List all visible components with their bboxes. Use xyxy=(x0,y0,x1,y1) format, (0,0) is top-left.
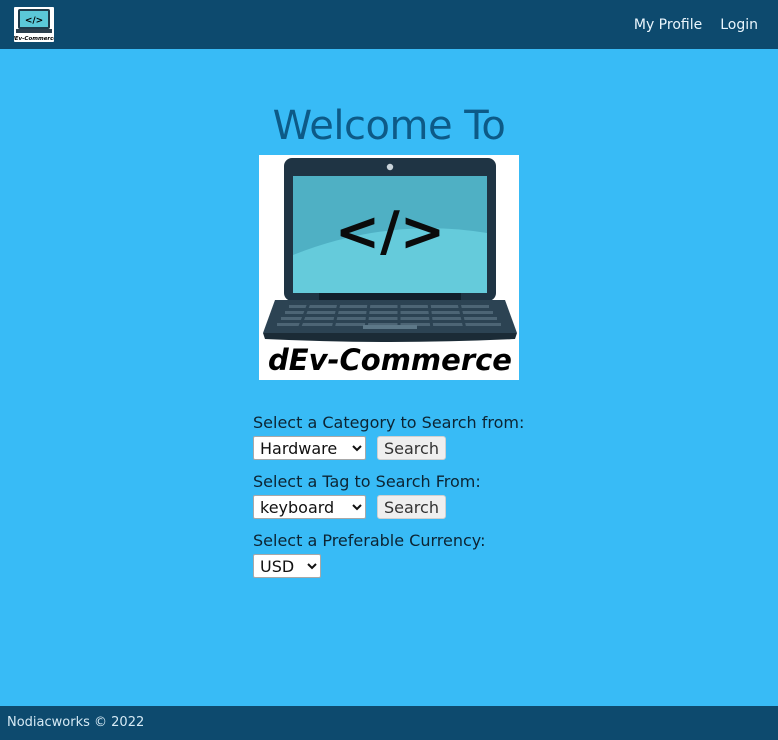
tag-search-button[interactable]: Search xyxy=(377,495,446,519)
category-select[interactable]: Hardware xyxy=(253,436,366,460)
hero-logo-text: dEv-Commerce xyxy=(268,343,512,377)
tag-group: Select a Tag to Search From: keyboard Se… xyxy=(253,471,481,519)
currency-row: USD xyxy=(253,554,485,578)
page-title: Welcome To xyxy=(272,103,506,149)
nav-my-profile-link[interactable]: My Profile xyxy=(634,17,702,33)
nav-login-link[interactable]: Login xyxy=(720,17,758,33)
dev-commerce-logo-icon: </> dEv-Commerce xyxy=(14,9,54,42)
currency-select[interactable]: USD xyxy=(253,554,321,578)
tag-row: keyboard Search xyxy=(253,495,481,519)
footer: Nodiacworks © 2022 xyxy=(0,706,778,740)
currency-group: Select a Preferable Currency: USD xyxy=(253,530,485,578)
logo-code-glyph: </> xyxy=(25,16,43,26)
tag-select[interactable]: keyboard xyxy=(253,495,366,519)
category-group: Select a Category to Search from: Hardwa… xyxy=(253,412,524,460)
category-row: Hardware Search xyxy=(253,436,524,460)
category-label: Select a Category to Search from: xyxy=(253,413,525,432)
footer-copyright: Nodiacworks © 2022 xyxy=(7,715,145,730)
nav-logo[interactable]: </> dEv-Commerce xyxy=(14,7,54,42)
currency-label: Select a Preferable Currency: xyxy=(253,531,486,550)
tag-label: Select a Tag to Search From: xyxy=(253,472,481,491)
laptop-logo-icon: </> dEv-Commerce xyxy=(263,158,517,377)
nav-links: My Profile Login xyxy=(634,0,758,49)
logo-text: dEv-Commerce xyxy=(14,36,54,42)
category-search-button[interactable]: Search xyxy=(377,436,446,460)
hero-code-glyph: </> xyxy=(335,200,445,263)
navbar: </> dEv-Commerce My Profile Login xyxy=(0,0,778,49)
hero-logo: </> dEv-Commerce xyxy=(259,155,519,380)
